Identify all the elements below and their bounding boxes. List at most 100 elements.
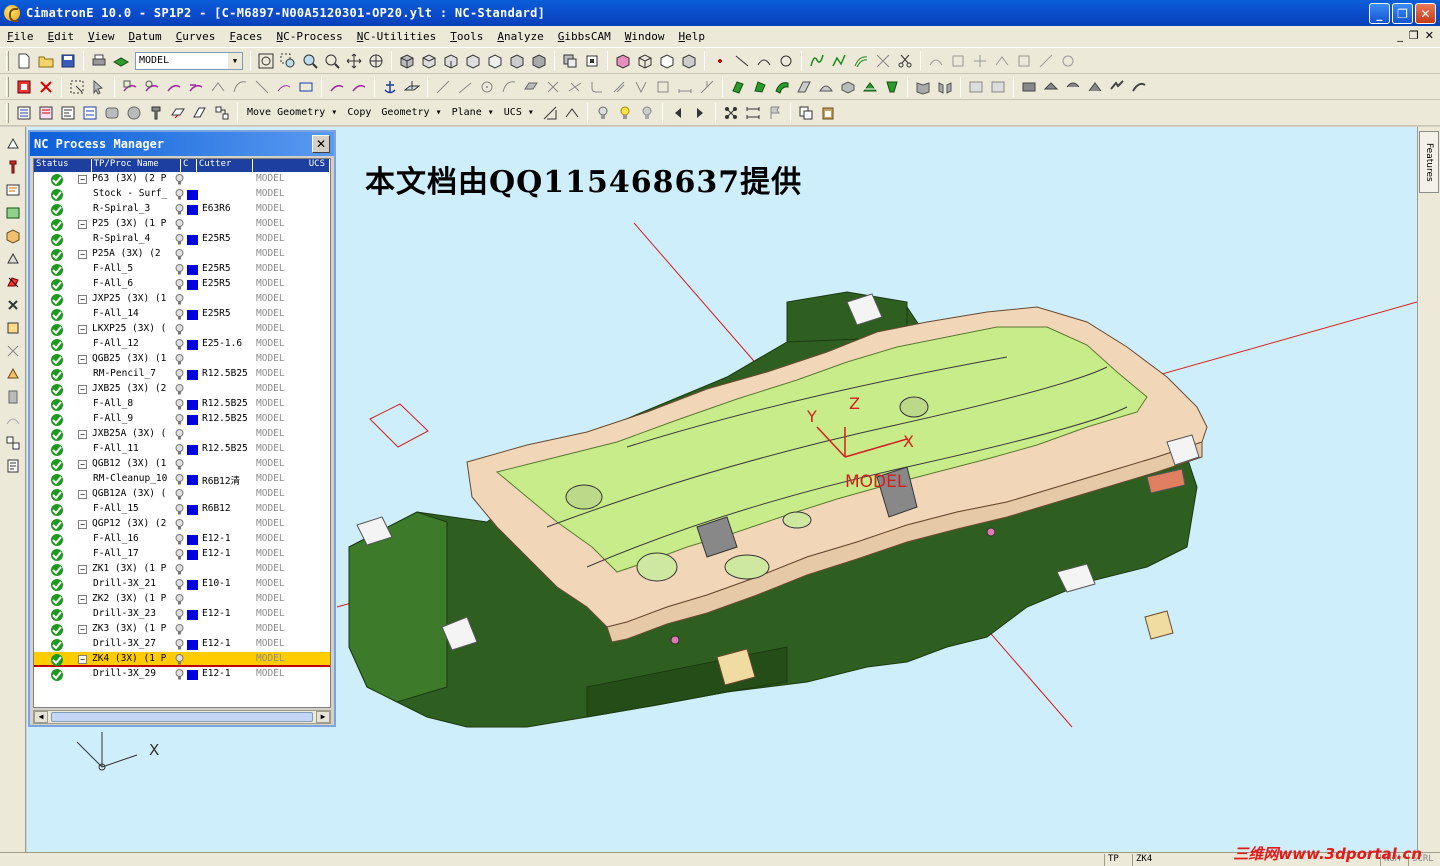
sketch-spline-icon[interactable] [500, 78, 518, 96]
mold-op-6-icon[interactable] [1130, 78, 1148, 96]
process-row[interactable]: − QGB25 (3X) (1 MODEL [34, 352, 330, 367]
process-row[interactable]: − LKXP25 (3X) (MODEL [34, 322, 330, 337]
lightbulb-icon[interactable] [175, 594, 184, 605]
solid-draft-icon[interactable] [839, 78, 857, 96]
geometry-button[interactable]: Geometry ▾ [381, 107, 441, 118]
curve-tool-4-icon[interactable] [993, 52, 1011, 70]
collapse-icon[interactable]: − [78, 220, 87, 229]
lightbulb-on-icon[interactable] [616, 104, 634, 122]
view-bottom-icon[interactable] [508, 52, 526, 70]
lightbulb-icon[interactable] [175, 174, 184, 185]
sketch-rect-icon[interactable] [522, 78, 540, 96]
col-c[interactable]: C [181, 159, 197, 172]
collapse-icon[interactable]: − [78, 175, 87, 184]
curve-tool-3-icon[interactable] [971, 52, 989, 70]
flag-icon[interactable] [766, 104, 784, 122]
menu-edit[interactable]: Edit [41, 30, 82, 43]
procedure-row[interactable]: Drill-3X_27 E12-1 MODEL [34, 637, 330, 652]
mdi-restore-button[interactable]: ❐ [1409, 29, 1419, 42]
dimension-icon[interactable] [744, 104, 762, 122]
sketch-fillet-icon[interactable] [588, 78, 606, 96]
shaded-cube-icon[interactable] [614, 52, 632, 70]
lightbulb-icon[interactable] [175, 429, 184, 440]
menu-nc-process[interactable]: NC-Process [270, 30, 350, 43]
select-mode-icon[interactable] [90, 78, 108, 96]
procedure-row[interactable]: F-All_8 R12.5B25 MODEL [34, 397, 330, 412]
previous-icon[interactable] [669, 104, 687, 122]
collapse-icon[interactable]: − [78, 655, 87, 664]
lightbulb-icon[interactable] [175, 549, 184, 560]
collapse-icon[interactable]: − [78, 250, 87, 259]
collapse-icon[interactable]: − [78, 385, 87, 394]
lightbulb-off-icon[interactable] [594, 104, 612, 122]
menu-curves[interactable]: Curves [169, 30, 223, 43]
mold-op-4-icon[interactable] [1086, 78, 1104, 96]
collapse-icon[interactable]: − [78, 490, 87, 499]
mdi-close-button[interactable]: ✕ [1425, 29, 1434, 42]
procedure-row[interactable]: R-Spiral_4 E25R5 MODEL [34, 232, 330, 247]
procedure-row[interactable]: F-All_5 E25R5 MODEL [34, 262, 330, 277]
nc-toolbar-10-icon[interactable] [213, 104, 231, 122]
view-top-icon[interactable] [420, 52, 438, 70]
lightbulb-icon[interactable] [175, 219, 184, 230]
scissors-icon[interactable] [896, 52, 914, 70]
lightbulb-icon[interactable] [175, 564, 184, 575]
minimize-button[interactable]: _ [1369, 3, 1390, 24]
sketch-circle-icon[interactable] [478, 78, 496, 96]
process-row[interactable]: − JXB25A (3X) (MODEL [34, 427, 330, 442]
collapse-icon[interactable]: − [78, 295, 87, 304]
menu-file[interactable]: File [0, 30, 41, 43]
procedure-row[interactable]: RM-Cleanup_10 R6B12清 MODEL [34, 472, 330, 487]
datum-plane-icon[interactable] [403, 78, 421, 96]
procedure-row[interactable]: F-All_15 R6B12 MODEL [34, 502, 330, 517]
select-icon[interactable] [68, 78, 86, 96]
lightbulb-icon[interactable] [175, 474, 184, 485]
procedure-row[interactable]: Drill-3X_23 E12-1 MODEL [34, 607, 330, 622]
surface-tool-6-icon[interactable] [231, 78, 249, 96]
lightbulb-icon[interactable] [175, 504, 184, 515]
print-icon[interactable] [90, 52, 108, 70]
toolbar-grip[interactable] [6, 102, 9, 123]
lightbulb-icon[interactable] [175, 204, 184, 215]
view-front-icon[interactable] [442, 52, 460, 70]
mold-op-1-icon[interactable] [1020, 78, 1038, 96]
left-tool-1-icon[interactable] [4, 135, 22, 153]
sketch-x-icon[interactable] [544, 78, 562, 96]
ruler-icon[interactable] [563, 104, 581, 122]
nc-toolbar-9-icon[interactable] [191, 104, 209, 122]
cimatron-app-icon[interactable] [4, 5, 20, 22]
left-tool-5-icon[interactable] [4, 227, 22, 245]
left-tool-13-icon[interactable] [4, 411, 22, 429]
chevron-down-icon[interactable]: ▼ [228, 52, 242, 69]
procedure-row[interactable]: F-All_14 E25R5 MODEL [34, 307, 330, 322]
lightbulb-icon[interactable] [175, 609, 184, 620]
zoom-all-icon[interactable] [257, 52, 275, 70]
lightbulb-icon[interactable] [175, 354, 184, 365]
procedure-row[interactable]: F-All_12 E25-1.6 MODEL [34, 337, 330, 352]
spline-icon[interactable] [808, 52, 826, 70]
left-tool-6-icon[interactable] [4, 250, 22, 268]
process-row[interactable]: − JXB25 (3X) (2 MODEL [34, 382, 330, 397]
solid-sweep-icon[interactable] [773, 78, 791, 96]
layer-icon[interactable] [112, 52, 130, 70]
left-tool-7-icon[interactable] [4, 273, 22, 291]
rotate-icon[interactable] [367, 52, 385, 70]
process-row[interactable]: − ZK1 (3X) (1 P MODEL [34, 562, 330, 577]
solid-extrude-icon[interactable] [729, 78, 747, 96]
surface-tool-9-icon[interactable] [297, 78, 315, 96]
delete-icon[interactable] [37, 78, 55, 96]
sketch-mirror-icon[interactable] [654, 78, 672, 96]
sketch-trim-icon[interactable] [566, 78, 584, 96]
menu-tools[interactable]: Tools [443, 30, 490, 43]
lightbulb-icon[interactable] [175, 294, 184, 305]
line-icon[interactable] [733, 52, 751, 70]
process-row[interactable]: − ZK3 (3X) (1 P MODEL [34, 622, 330, 637]
process-row[interactable]: − QGP12 (3X) (2 MODEL [34, 517, 330, 532]
curve-tool-5-icon[interactable] [1015, 52, 1033, 70]
menu-analyze[interactable]: Analyze [490, 30, 550, 43]
lightbulb-toggle-icon[interactable] [638, 104, 656, 122]
lightbulb-icon[interactable] [175, 324, 184, 335]
left-tool-3-icon[interactable] [4, 181, 22, 199]
trim-icon[interactable] [874, 52, 892, 70]
collapse-icon[interactable]: − [78, 520, 87, 529]
